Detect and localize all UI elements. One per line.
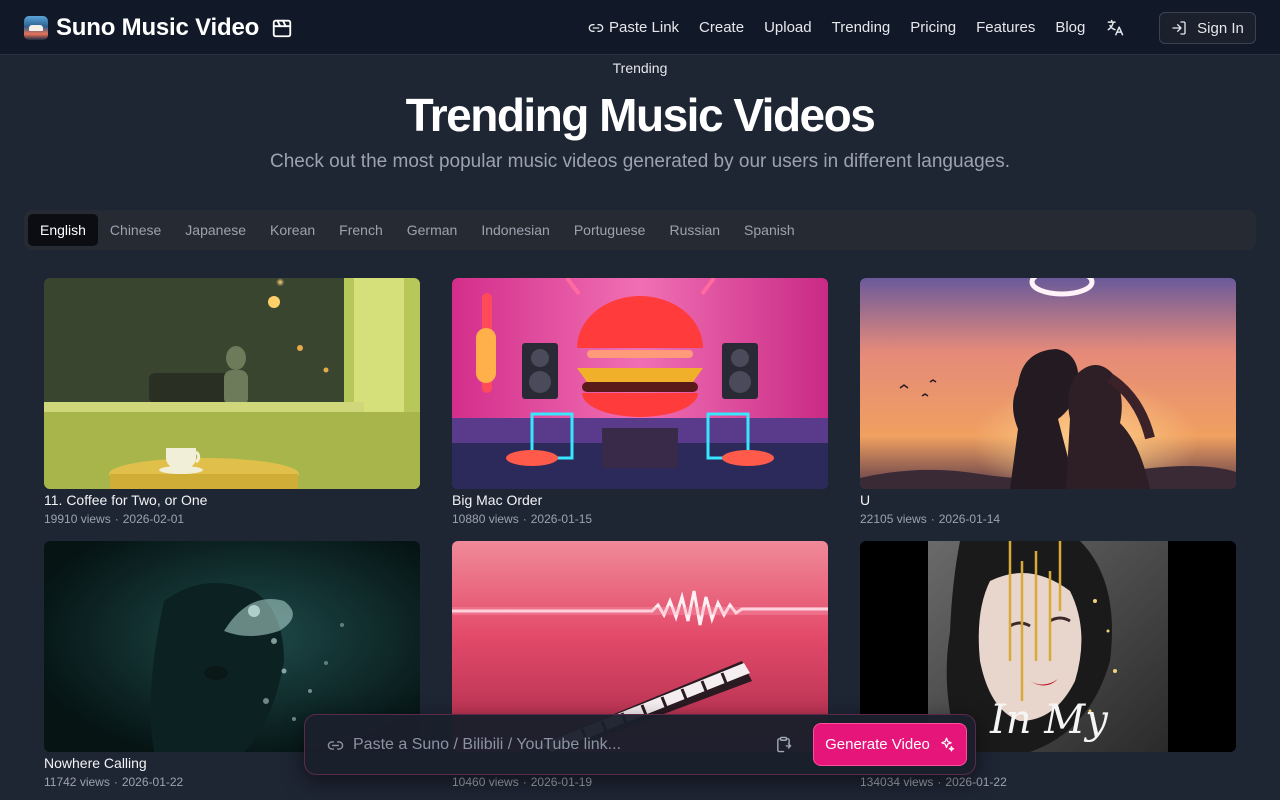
nav-trending[interactable]: Trending xyxy=(832,19,891,36)
generate-video-label: Generate Video xyxy=(825,736,930,753)
video-thumbnail[interactable] xyxy=(860,278,1236,489)
video-meta: 134034 views · 2026-01-22 xyxy=(860,775,1236,789)
nav-blog[interactable]: Blog xyxy=(1055,19,1085,36)
link-generator-bar: Generate Video xyxy=(304,714,976,775)
sparkles-icon xyxy=(941,737,955,752)
top-navbar: Suno Music Video Paste Link Create Uploa… xyxy=(0,0,1280,55)
sign-in-button[interactable]: Sign In xyxy=(1159,12,1256,44)
thumbnail-overlay-text: In My xyxy=(990,697,1108,743)
main-nav: Paste Link Create Upload Trending Pricin… xyxy=(588,0,1105,55)
meta-separator: · xyxy=(522,775,527,789)
video-date: 2026-01-22 xyxy=(121,775,184,789)
nav-paste-link-label: Paste Link xyxy=(609,19,680,36)
tab-indonesian[interactable]: Indonesian xyxy=(469,214,562,246)
nav-features[interactable]: Features xyxy=(976,19,1035,36)
video-meta: 10460 views · 2026-01-19 xyxy=(452,775,828,789)
nav-create[interactable]: Create xyxy=(699,19,744,36)
video-thumbnail[interactable] xyxy=(452,278,828,489)
tab-chinese[interactable]: Chinese xyxy=(98,214,173,246)
video-views: 11742 views xyxy=(44,775,110,789)
meta-separator: · xyxy=(522,512,527,526)
sunset-couple-thumbnail xyxy=(860,278,1236,489)
clapperboard-icon xyxy=(272,19,292,38)
meta-separator: · xyxy=(114,512,119,526)
video-date: 2026-01-19 xyxy=(530,775,593,789)
video-card[interactable]: 11. Coffee for Two, or One 19910 views · 2… xyxy=(44,278,420,526)
video-meta: 19910 views · 2026-02-01 xyxy=(44,512,420,526)
generate-video-button[interactable]: Generate Video xyxy=(813,723,967,766)
clipboard-paste-icon[interactable] xyxy=(775,736,792,753)
meta-separator: · xyxy=(930,512,935,526)
video-views: 10880 views xyxy=(452,512,519,526)
nav-pricing[interactable]: Pricing xyxy=(910,19,956,36)
logo-image xyxy=(24,16,48,40)
video-date: 2026-01-22 xyxy=(945,775,1007,789)
coffee-cafe-thumbnail xyxy=(44,278,420,489)
nav-paste-link[interactable]: Paste Link xyxy=(588,19,679,36)
sign-in-label: Sign In xyxy=(1197,19,1244,37)
meta-separator: · xyxy=(937,775,942,789)
page-title: Trending Music Videos xyxy=(405,89,876,141)
video-date: 2026-01-14 xyxy=(938,512,1001,526)
link-icon xyxy=(588,23,604,32)
brand[interactable]: Suno Music Video xyxy=(24,14,293,42)
video-meta: 11742 views · 2026-01-22 xyxy=(44,775,420,789)
video-views: 19910 views xyxy=(44,512,111,526)
brand-name: Suno Music Video xyxy=(56,14,260,41)
tab-german[interactable]: German xyxy=(395,214,470,246)
video-thumbnail[interactable] xyxy=(44,278,420,489)
video-title[interactable]: U xyxy=(860,492,1236,510)
meta-separator: · xyxy=(113,775,118,789)
tab-spanish[interactable]: Spanish xyxy=(732,214,807,246)
link-input[interactable] xyxy=(353,732,753,758)
log-in-icon xyxy=(1172,21,1186,35)
video-title[interactable]: 11. Coffee for Two, or One xyxy=(44,492,420,510)
video-views: 134034 views xyxy=(860,775,934,789)
link-icon xyxy=(327,741,344,750)
language-tabs: English Chinese Japanese Korean French G… xyxy=(24,210,1256,250)
tab-korean[interactable]: Korean xyxy=(258,214,327,246)
breadcrumb: Trending xyxy=(612,60,668,76)
tab-english[interactable]: English xyxy=(28,214,98,246)
video-views: 22105 views xyxy=(860,512,927,526)
tab-russian[interactable]: Russian xyxy=(657,214,732,246)
nav-upload[interactable]: Upload xyxy=(764,19,812,36)
video-meta: 10880 views · 2026-01-15 xyxy=(452,512,828,526)
video-date: 2026-02-01 xyxy=(122,512,185,526)
video-card[interactable]: U 22105 views · 2026-01-14 xyxy=(860,278,1236,526)
tab-portuguese[interactable]: Portuguese xyxy=(562,214,658,246)
translate-icon[interactable] xyxy=(1105,18,1125,38)
video-date: 2026-01-15 xyxy=(530,512,593,526)
page-subtitle: Check out the most popular music videos … xyxy=(269,151,1011,172)
video-title[interactable]: Big Mac Order xyxy=(452,492,828,510)
neon-burger-thumbnail xyxy=(452,278,828,489)
video-card[interactable]: Big Mac Order 10880 views · 2026-01-15 xyxy=(452,278,828,526)
video-meta: 22105 views · 2026-01-14 xyxy=(860,512,1236,526)
video-views: 10460 views xyxy=(452,775,519,789)
tab-french[interactable]: French xyxy=(327,214,395,246)
tab-japanese[interactable]: Japanese xyxy=(173,214,258,246)
